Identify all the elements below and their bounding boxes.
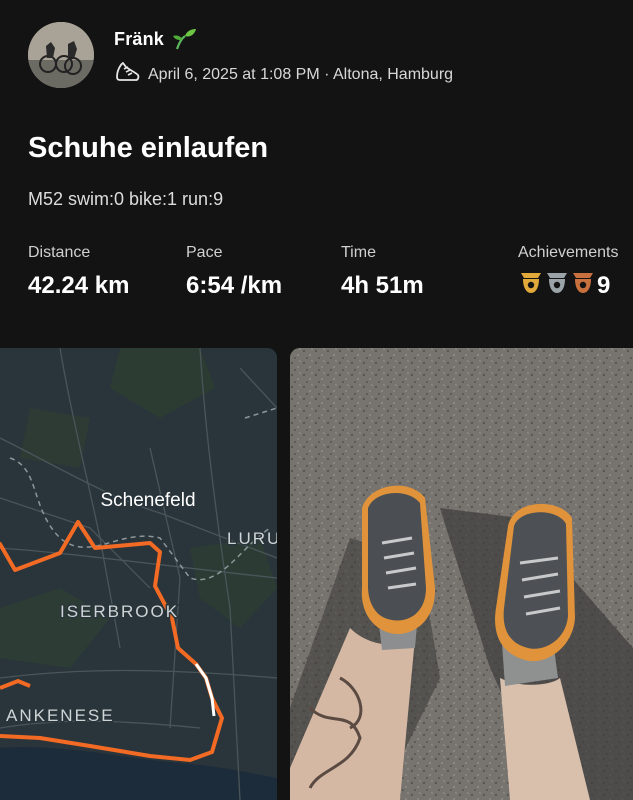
map-label-lurup: LURU xyxy=(227,529,277,548)
stat-value: 6:54 /km xyxy=(186,272,283,299)
map-label-schenefeld: Schenefeld xyxy=(100,490,195,511)
map-label-iserbrook: ISERBROOK xyxy=(60,602,179,621)
activity-description: M52 swim:0 bike:1 run:9 xyxy=(28,189,224,209)
stat-label: Achievements xyxy=(518,244,619,261)
stat-label: Time xyxy=(341,244,376,261)
athlete-name[interactable]: Fränk xyxy=(114,29,164,50)
stat-achievements[interactable]: Achievements 9 xyxy=(518,244,619,301)
stat-pace: Pace 6:54 /km xyxy=(186,244,282,300)
stat-label: Pace xyxy=(186,244,223,261)
athlete-avatar[interactable] xyxy=(28,22,94,88)
stat-label: Distance xyxy=(28,244,91,261)
activity-photo[interactable] xyxy=(290,348,633,800)
map-label-blankenese: ANKENESE xyxy=(6,706,115,725)
activity-title[interactable]: Schuhe einlaufen xyxy=(28,132,268,165)
silver-trophy-icon xyxy=(544,270,570,301)
gold-trophy-icon xyxy=(518,270,544,301)
achievement-count: 9 xyxy=(597,271,611,299)
running-shoe-icon xyxy=(114,61,148,88)
stat-time: Time 4h 51m xyxy=(341,244,424,300)
stat-value: 42.24 km xyxy=(28,272,130,299)
bronze-trophy-icon xyxy=(570,270,596,301)
stat-distance: Distance 42.24 km xyxy=(28,244,129,300)
stat-value: 4h 51m xyxy=(341,272,424,299)
route-map[interactable]: Schenefeld LURU ISERBROOK ANKENESE xyxy=(0,348,277,800)
sprout-icon xyxy=(171,27,197,56)
activity-date-location: April 6, 2025 at 1:08 PM · Altona, Hambu… xyxy=(148,65,454,83)
